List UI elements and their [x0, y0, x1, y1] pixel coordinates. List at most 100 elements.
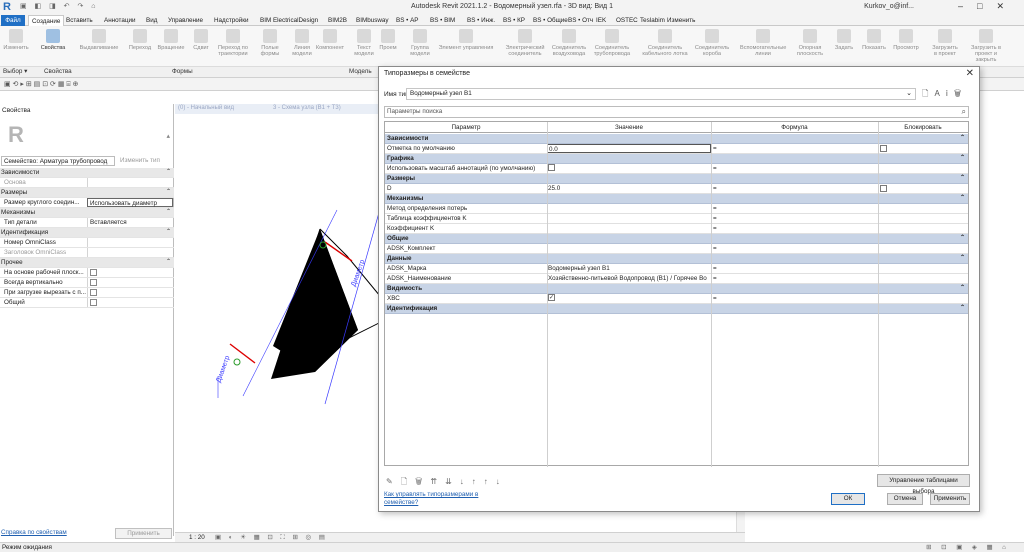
parameter-group-header[interactable]: Механизмы ⌃ — [385, 194, 968, 204]
type-name-select[interactable]: Водомерный узел В1 ⌄ — [406, 88, 916, 100]
tab-2[interactable]: Вставить — [66, 15, 93, 26]
properties-row[interactable]: Тип детали Вставляется — [0, 218, 174, 228]
tab-19[interactable]: Изменить — [667, 15, 695, 26]
tab-1[interactable]: Создание — [28, 15, 65, 26]
user-account[interactable]: Kurkov_o@inf... — [864, 3, 914, 10]
property-value[interactable]: Вставляется — [87, 218, 173, 227]
parameter-row[interactable]: Использовать масштаб аннотаций (по умолч… — [385, 164, 968, 174]
view-tab-scheme[interactable]: 3 - Схема узла (В1 + Т3) — [273, 105, 341, 111]
ribbon-button-23[interactable]: Просмотр — [890, 29, 922, 51]
property-value[interactable] — [87, 248, 173, 257]
ribbon-button-10[interactable]: Текст модели — [353, 29, 375, 57]
formula-cell[interactable]: = — [713, 164, 717, 173]
ribbon-button-25[interactable]: Загрузить в проект и закрыть — [965, 29, 1007, 63]
ribbon-button-6[interactable]: Переход по траектории — [214, 29, 252, 57]
search-parameters-input[interactable]: Параметры поиска ⌕ — [384, 106, 969, 118]
ribbon-button-0[interactable]: Изменить — [3, 29, 29, 51]
ribbon-panel-label[interactable]: Выбор ▾ — [3, 68, 27, 75]
column-header-lock[interactable]: Блокировать — [878, 124, 968, 131]
tab-18[interactable]: Teslabim — [640, 15, 665, 26]
parameter-group-header[interactable]: Общие ⌃ — [385, 234, 968, 244]
tab-12[interactable]: BS • Инж. — [467, 15, 495, 26]
ok-button[interactable]: ОК — [831, 493, 865, 505]
property-value[interactable] — [87, 288, 173, 297]
collapse-chevron-icon[interactable]: ⌃ — [166, 168, 171, 177]
properties-group-header[interactable]: Размеры ⌃ — [0, 188, 174, 198]
tab-4[interactable]: Вид — [146, 15, 157, 26]
parameter-row[interactable]: ADSK_Марка Водомерный узел В1 = — [385, 264, 968, 274]
cancel-button[interactable]: Отмена — [887, 493, 923, 505]
move-up-icon[interactable]: ⇈ — [430, 477, 445, 486]
lock-checkbox[interactable] — [880, 185, 887, 192]
property-value[interactable] — [87, 268, 173, 277]
properties-row[interactable]: Номер OmniClass — [0, 238, 174, 248]
value-cell[interactable]: ✓ — [548, 294, 710, 303]
ribbon-button-21[interactable]: Задать — [832, 29, 856, 51]
new-type-icon[interactable]: 🗋 — [922, 89, 934, 98]
column-header-value[interactable]: Значение — [547, 124, 711, 131]
ribbon-button-7[interactable]: Полые формы — [256, 29, 284, 57]
formula-cell[interactable]: = — [713, 244, 717, 253]
parameter-row[interactable]: ХВС ✓ = — [385, 294, 968, 304]
how-to-manage-link[interactable]: Как управлять типоразмерами в семействе? — [384, 491, 494, 507]
window-controls[interactable]: –□✕ — [958, 1, 1018, 12]
ribbon-button-14[interactable]: Электрический соединитель — [503, 29, 547, 57]
formula-cell[interactable]: = — [713, 294, 717, 303]
apply-button[interactable]: Применить — [930, 493, 970, 505]
delete-type-icon[interactable]: 🗑 — [954, 89, 967, 98]
property-checkbox[interactable] — [90, 279, 97, 286]
formula-cell[interactable]: = — [713, 224, 717, 233]
value-checkbox[interactable] — [548, 164, 555, 171]
type-selector[interactable]: R ▴ — [2, 118, 172, 158]
ribbon-button-15[interactable]: Соединитель воздуховода — [550, 29, 588, 57]
ribbon-button-1[interactable]: Свойства — [33, 29, 73, 51]
move-down-icon[interactable]: ⇊ — [445, 477, 460, 486]
sort-descending-icon[interactable]: ↑↓ — [484, 477, 508, 486]
ribbon-button-24[interactable]: Загрузить в проект — [930, 29, 960, 57]
tab-13[interactable]: BS • КР — [503, 15, 525, 26]
delete-parameter-icon[interactable]: 🗑 — [415, 477, 430, 486]
properties-row[interactable]: На основе рабочей плоск... — [0, 268, 174, 278]
properties-group-header[interactable]: Прочее ⌃ — [0, 258, 174, 268]
search-icon[interactable]: ⌕ — [962, 107, 966, 117]
formula-cell[interactable]: = — [713, 144, 717, 153]
formula-cell[interactable]: = — [713, 184, 717, 193]
ribbon-button-8[interactable]: Линия модели — [290, 29, 314, 57]
formula-cell[interactable]: = — [713, 204, 717, 213]
properties-help-link[interactable]: Справка по свойствам — [1, 529, 67, 536]
tab-3[interactable]: Аннотации — [104, 15, 135, 26]
collapse-chevron-icon[interactable]: ⌃ — [960, 284, 965, 293]
parameter-row[interactable]: Метод определения потерь = — [385, 204, 968, 214]
formula-cell[interactable]: = — [713, 264, 717, 273]
property-checkbox[interactable] — [90, 299, 97, 306]
dimension-label-bottom[interactable]: Диаметр — [215, 355, 231, 384]
properties-apply-button[interactable]: Применить — [115, 528, 172, 539]
tab-11[interactable]: BS • BIM — [430, 15, 455, 26]
ribbon-button-11[interactable]: Проем — [378, 29, 398, 51]
parameter-row[interactable]: Отметка по умолчанию 0.0 = — [385, 144, 968, 154]
collapse-chevron-icon[interactable]: ⌃ — [166, 188, 171, 197]
scroll-arrow-icon[interactable]: ▴ — [166, 132, 170, 140]
parameter-group-header[interactable]: Размеры ⌃ — [385, 174, 968, 184]
value-checkbox[interactable]: ✓ — [548, 294, 555, 301]
ribbon-button-18[interactable]: Соединитель короба — [690, 29, 734, 57]
edit-type-button[interactable]: Изменить тип — [120, 157, 160, 164]
properties-row[interactable]: Всегда вертикально — [0, 278, 174, 288]
collapse-chevron-icon[interactable]: ⌃ — [960, 134, 965, 143]
tab-10[interactable]: BS • АР — [396, 15, 419, 26]
properties-row[interactable]: Размер круглого соедин... Использовать ди… — [0, 198, 174, 208]
properties-row[interactable]: При загрузке вырезать с п... — [0, 288, 174, 298]
property-checkbox[interactable] — [90, 289, 97, 296]
rename-type-icon[interactable]: Aⅰ — [934, 89, 954, 98]
parameter-group-header[interactable]: Зависимости ⌃ — [385, 134, 968, 144]
status-icons[interactable]: ⊞ ⊡ ▣ ◈ ▦ ⌂ — [926, 544, 1010, 551]
column-header-formula[interactable]: Формула — [711, 124, 878, 131]
property-value[interactable] — [87, 278, 173, 287]
formula-cell[interactable]: = — [713, 214, 717, 223]
tab-9[interactable]: BIMbusway — [356, 15, 389, 26]
parameter-row[interactable]: Таблица коэффициентов K = — [385, 214, 968, 224]
sort-ascending-icon[interactable]: ↓↑ — [460, 477, 484, 486]
tab-17[interactable]: OSTEC — [616, 15, 638, 26]
value-cell[interactable]: Водомерный узел В1 — [548, 264, 710, 273]
tab-16[interactable]: IEK — [596, 15, 606, 26]
